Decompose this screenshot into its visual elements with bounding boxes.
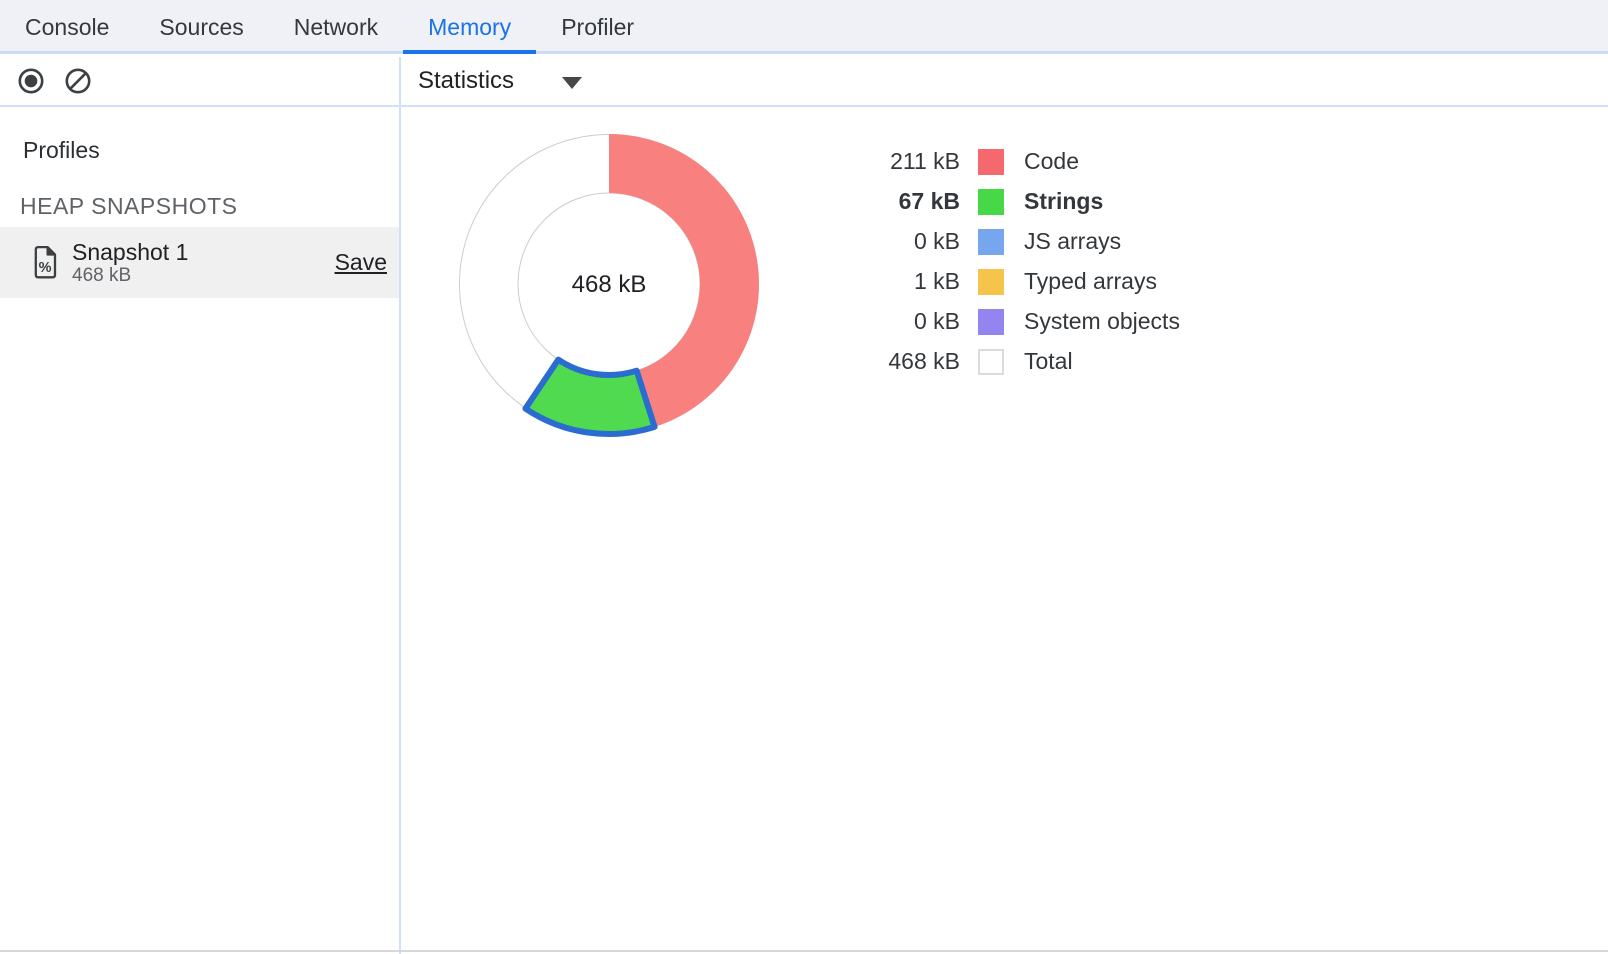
devtools-memory-panel: Console Sources Network Memory Profiler … [0, 0, 1608, 954]
chart-legend: 211 kB Code 67 kB Strings 0 kB JS arrays… [860, 148, 1180, 388]
legend-label: Strings [1024, 188, 1103, 215]
tab-console[interactable]: Console [0, 0, 134, 51]
legend-size: 0 kB [860, 308, 960, 335]
donut-center-label: 468 kB [572, 271, 647, 298]
legend-row-strings[interactable]: 67 kB Strings [860, 188, 1180, 215]
record-icon [17, 67, 45, 95]
snapshot-title: Snapshot 1 [72, 239, 188, 265]
save-link[interactable]: Save [335, 249, 387, 276]
perspective-dropdown-label: Statistics [418, 67, 514, 95]
legend-swatch-total [978, 349, 1004, 375]
donut-chart: 468 kB [449, 124, 769, 444]
legend-row-total[interactable]: 468 kB Total [860, 348, 1180, 375]
snapshot-list-item[interactable]: % Snapshot 1 468 kB Save [0, 227, 399, 298]
pie-segment-strings[interactable] [525, 360, 654, 434]
clear-profiles-button[interactable] [64, 67, 92, 95]
panel-tabbar: Console Sources Network Memory Profiler [0, 0, 1608, 54]
tab-network[interactable]: Network [269, 0, 403, 51]
tab-profiler[interactable]: Profiler [536, 0, 659, 51]
legend-swatch-typed-arrays [978, 269, 1004, 295]
legend-row-js-arrays[interactable]: 0 kB JS arrays [860, 228, 1180, 255]
tab-sources[interactable]: Sources [134, 0, 268, 51]
snapshot-text: Snapshot 1 468 kB [72, 239, 188, 286]
legend-size: 0 kB [860, 228, 960, 255]
legend-row-system-objects[interactable]: 0 kB System objects [860, 308, 1180, 335]
svg-text:%: % [39, 260, 52, 276]
profiles-header: Profiles [23, 137, 100, 164]
legend-label: Typed arrays [1024, 268, 1157, 295]
tab-memory[interactable]: Memory [403, 0, 536, 51]
legend-label: JS arrays [1024, 228, 1121, 255]
legend-swatch-js-arrays [978, 229, 1004, 255]
legend-row-code[interactable]: 211 kB Code [860, 148, 1180, 175]
legend-row-typed-arrays[interactable]: 1 kB Typed arrays [860, 268, 1180, 295]
profiles-sidebar: Profiles HEAP SNAPSHOTS % Snapshot 1 468… [0, 57, 401, 954]
record-heap-snapshot-button[interactable] [17, 67, 45, 95]
profiles-toolbar [0, 57, 399, 107]
legend-label: Code [1024, 148, 1079, 175]
legend-swatch-strings [978, 189, 1004, 215]
legend-swatch-code [978, 149, 1004, 175]
view-toolbar: Statistics [401, 57, 1608, 107]
triangle-down-icon [562, 77, 582, 89]
legend-size: 468 kB [860, 348, 960, 375]
legend-size: 67 kB [860, 188, 960, 215]
panel-bottom-border [0, 950, 1608, 952]
legend-label: Total [1024, 348, 1073, 375]
legend-swatch-system-objects [978, 309, 1004, 335]
heap-snapshots-header: HEAP SNAPSHOTS [20, 193, 237, 220]
legend-size: 1 kB [860, 268, 960, 295]
document-percent-icon: % [33, 245, 58, 280]
perspective-dropdown[interactable]: Statistics [418, 67, 582, 95]
main-panel: Statistics 468 kB 211 kB Code 67 kB Stri… [401, 57, 1608, 954]
snapshot-size: 468 kB [72, 265, 188, 286]
block-icon [64, 67, 92, 95]
legend-size: 211 kB [860, 148, 960, 175]
legend-label: System objects [1024, 308, 1180, 335]
